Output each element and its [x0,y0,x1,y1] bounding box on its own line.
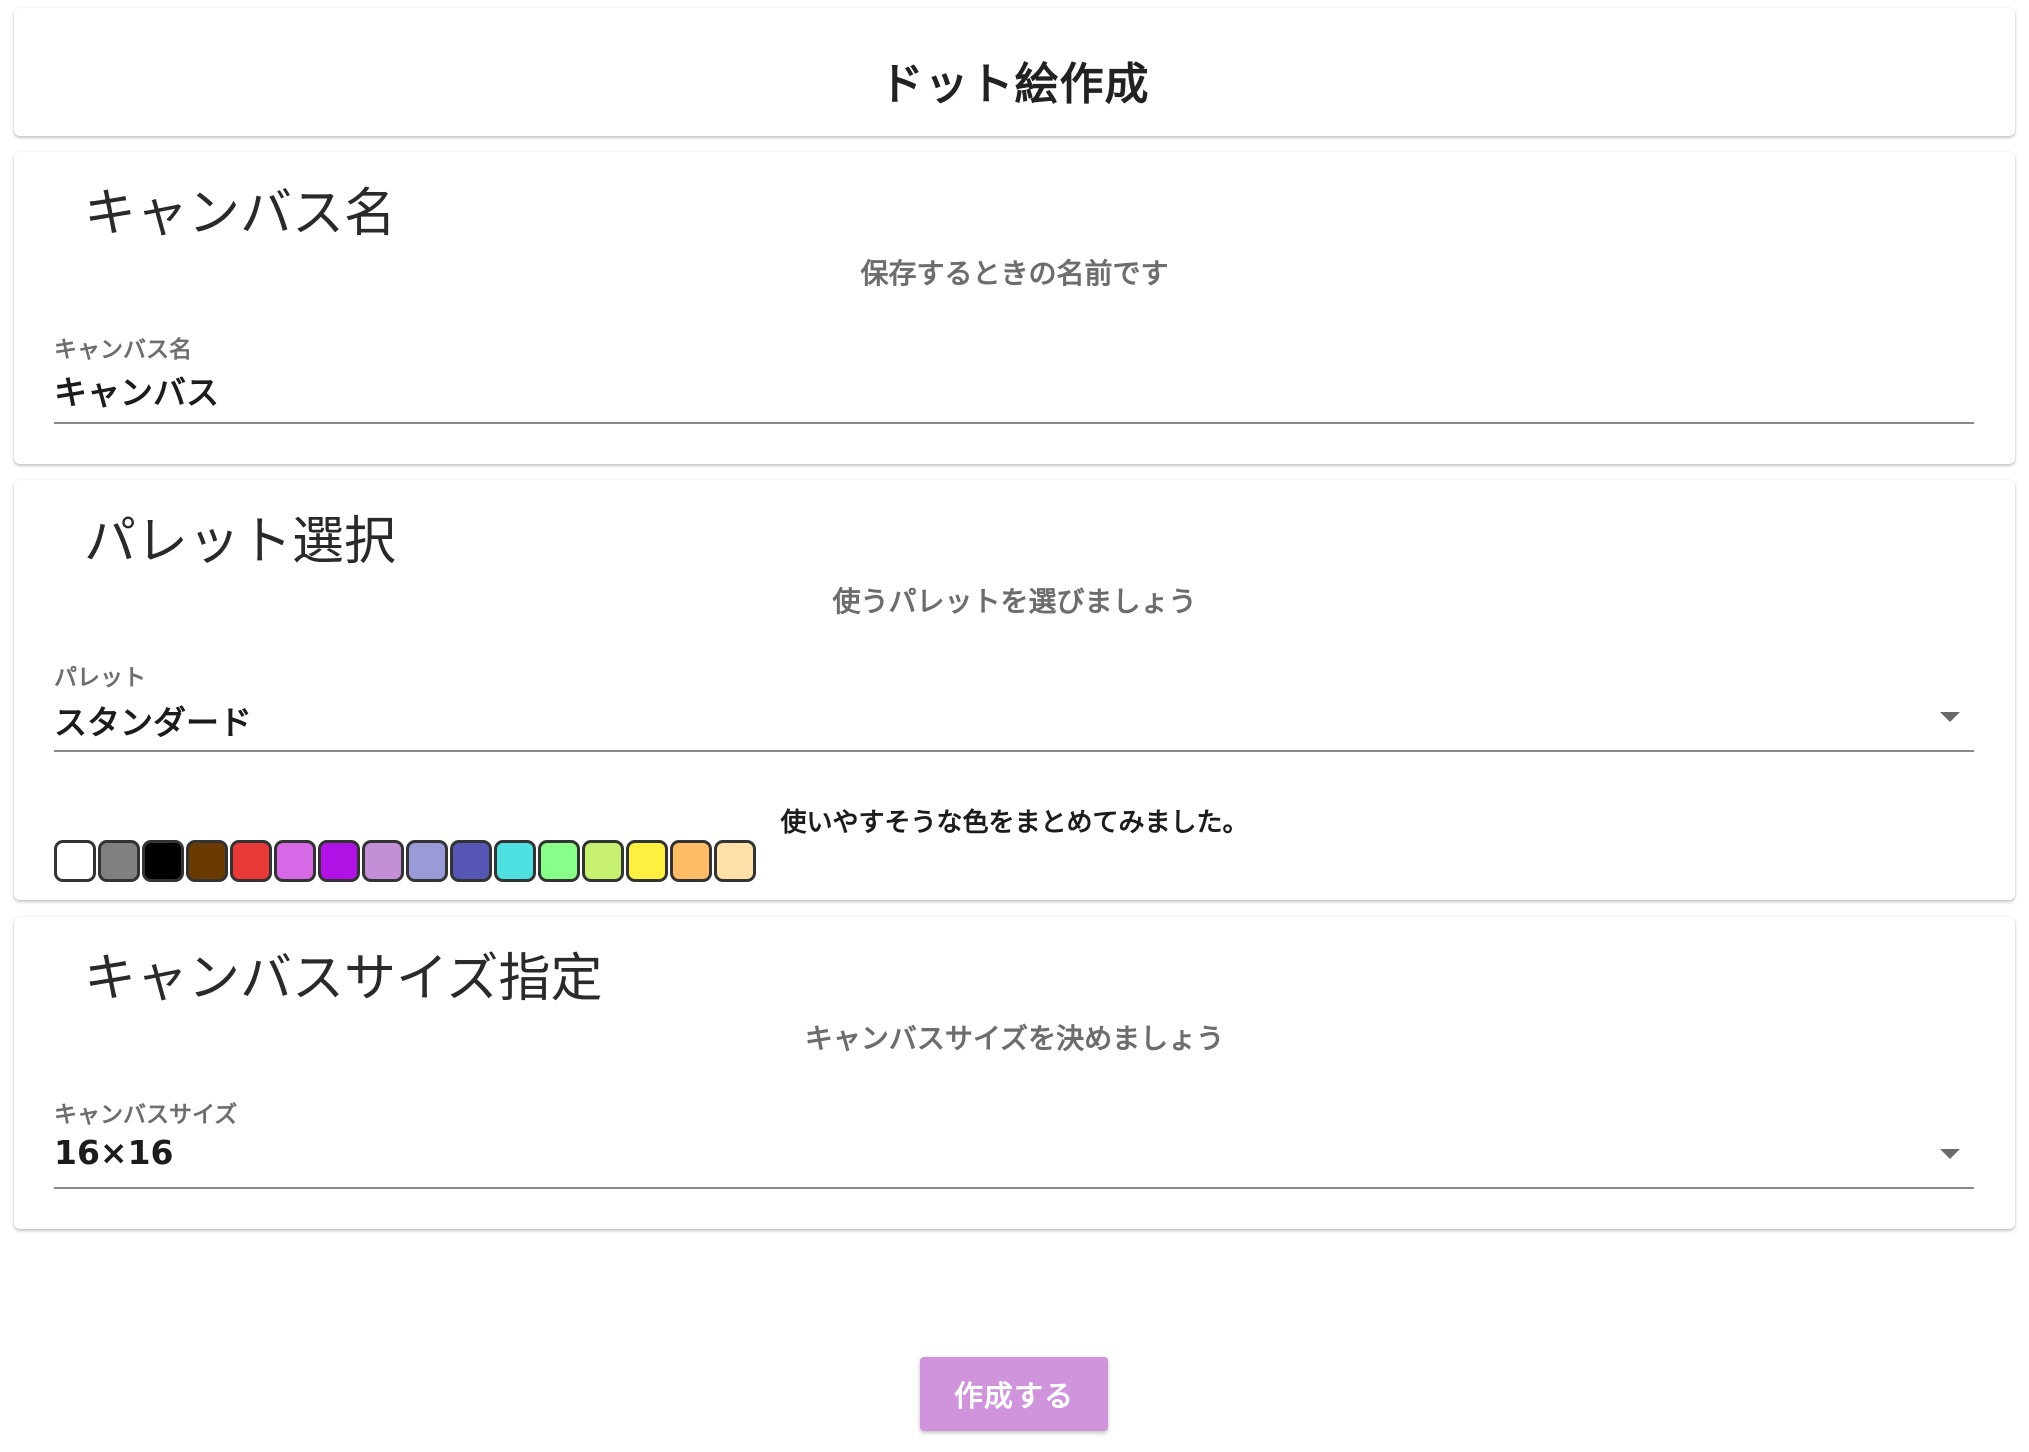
section-title-canvas-size: キャンバスサイズ指定 [84,950,603,1008]
palette-selected-value: スタンダード [54,703,252,742]
palette-description: 使いやすそうな色をまとめてみました。 [780,808,1249,838]
color-swatch [142,840,184,882]
color-swatch [186,840,228,882]
color-swatch [54,840,96,882]
palette-label: パレット [54,665,146,691]
color-swatch [670,840,712,882]
color-swatch [274,840,316,882]
palette-card: パレット選択 使うパレットを選びましょう パレット スタンダード 使いやすそうな… [14,480,2015,900]
canvas-size-select[interactable]: キャンバスサイズ 16×16 [54,1095,1974,1189]
color-swatch [538,840,580,882]
canvas-name-label: キャンバス名 [54,337,192,363]
page-title: ドット絵作成 [879,59,1150,110]
canvas-size-card: キャンバスサイズ指定 キャンバスサイズを決めましょう キャンバスサイズ 16×1… [14,917,2015,1229]
section-title-palette: パレット選択 [84,513,397,571]
canvas-name-value[interactable] [54,370,1854,412]
create-button[interactable]: 作成する [920,1357,1108,1431]
section-subtitle-palette: 使うパレットを選びましょう [832,585,1197,618]
section-subtitle-canvas-size: キャンバスサイズを決めましょう [804,1022,1225,1055]
color-swatch [362,840,404,882]
canvas-size-label: キャンバスサイズ [54,1102,238,1128]
color-swatch [450,840,492,882]
section-subtitle-canvas-name: 保存するときの名前です [860,257,1169,290]
color-swatch [406,840,448,882]
color-swatch [318,840,360,882]
canvas-size-selected-value: 16×16 [54,1133,174,1172]
palette-swatches [54,840,756,882]
canvas-name-field[interactable]: キャンバス名 [54,330,1974,424]
color-swatch [714,840,756,882]
canvas-name-card: キャンバス名 保存するときの名前です キャンバス名 [14,152,2015,464]
chevron-down-icon[interactable] [1940,712,1960,722]
color-swatch [582,840,624,882]
color-swatch [98,840,140,882]
section-title-canvas-name: キャンバス名 [84,185,397,243]
color-swatch [230,840,272,882]
canvas-name-input[interactable] [54,370,1854,409]
palette-select[interactable]: パレット スタンダード [54,658,1974,752]
color-swatch [626,840,668,882]
chevron-down-icon[interactable] [1940,1149,1960,1159]
header-card: ドット絵作成 [14,8,2015,136]
color-swatch [494,840,536,882]
